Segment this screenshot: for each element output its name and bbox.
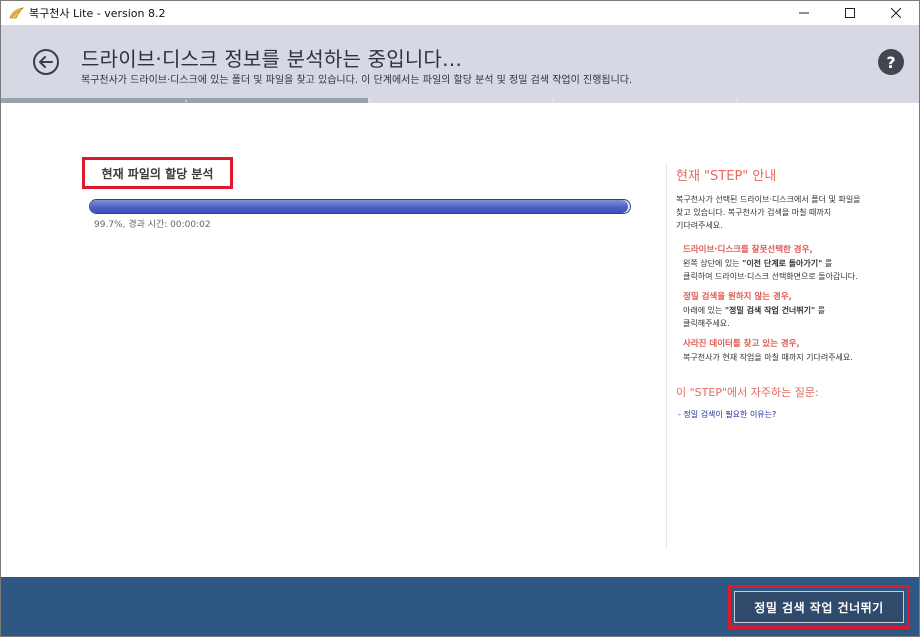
minimize-icon bbox=[799, 12, 809, 14]
guide-intro-line: 복구천사가 선택된 드라이브·디스크에서 폴더 및 파일을 bbox=[676, 195, 861, 204]
chevron-right-icon: › bbox=[551, 97, 555, 105]
guide-case-lost-data: 사라진 데이터를 찾고 있는 경우, 복구천사가 현재 작업을 마칠 때까지 기… bbox=[683, 338, 916, 364]
page-header: 드라이브·디스크 정보를 분석하는 중입니다… 복구천사가 드라이브·디스크에 … bbox=[1, 25, 919, 98]
progress-status: 99.7%, 경과 시간: 00:00:02 bbox=[94, 220, 211, 230]
progress-bar bbox=[89, 199, 631, 214]
close-button[interactable] bbox=[873, 1, 919, 25]
current-task-title: 현재 파일의 할당 분석 bbox=[101, 166, 214, 181]
back-button[interactable] bbox=[33, 49, 59, 75]
page-title: 드라이브·디스크 정보를 분석하는 중입니다… bbox=[81, 47, 463, 71]
vertical-divider bbox=[666, 163, 667, 548]
app-window: 복구천사 Lite - version 8.2 드라이브·디스크 정보를 분석하… bbox=[0, 0, 920, 637]
skip-deep-search-button[interactable]: 정밀 검색 작업 건너뛰기 bbox=[734, 591, 904, 623]
case-text-emphasis: "이전 단계로 돌아가기" bbox=[742, 259, 823, 268]
minimize-button[interactable] bbox=[781, 1, 827, 25]
guide-title: 현재 "STEP" 안내 bbox=[676, 169, 777, 184]
faq-link-why-deep-search[interactable]: - 정밀 검색이 필요한 이유는? bbox=[678, 409, 916, 420]
guide-intro: 복구천사가 선택된 드라이브·디스크에서 폴더 및 파일을 찾고 있습니다. 복… bbox=[676, 193, 916, 232]
case-title: 드라이브·디스크를 잘못선택한 경우, bbox=[683, 245, 813, 255]
maximize-button[interactable] bbox=[827, 1, 873, 25]
skip-button-highlight: 정밀 검색 작업 건너뛰기 bbox=[728, 585, 910, 629]
window-title: 복구천사 Lite - version 8.2 bbox=[29, 7, 166, 20]
current-task-box: 현재 파일의 할당 분석 bbox=[82, 157, 233, 189]
maximize-icon bbox=[845, 8, 855, 18]
step-guide-panel: 현재 "STEP" 안내 복구천사가 선택된 드라이브·디스크에서 폴더 및 파… bbox=[676, 165, 916, 420]
guide-intro-line: 기다려주세요. bbox=[676, 221, 723, 230]
help-button[interactable]: ? bbox=[878, 49, 904, 75]
case-text: 클릭하여 드라이브·디스크 선택화면으로 돌아갑니다. bbox=[683, 272, 858, 281]
case-text: 왼쪽 상단에 있는 "이전 단계로 돌아가기" 를 bbox=[683, 257, 916, 270]
page-subtitle: 복구천사가 드라이브·디스크에 있는 폴더 및 파일을 찾고 있습니다. 이 단… bbox=[81, 75, 633, 86]
case-text: 복구천사가 현재 작업을 마칠 때까지 기다려주세요. bbox=[683, 353, 853, 362]
angel-wing-icon bbox=[8, 5, 24, 21]
case-text: 아래에 있는 "정밀 검색 작업 건너뛰기" 를 bbox=[683, 304, 916, 317]
guide-case-wrong-drive: 드라이브·디스크를 잘못선택한 경우, 왼쪽 상단에 있는 "이전 단계로 돌아… bbox=[683, 244, 916, 283]
case-text-part: 아래에 있는 bbox=[683, 306, 725, 315]
faq-title: 이 "STEP"에서 자주하는 질문: bbox=[676, 386, 819, 399]
case-text-part: 를 bbox=[822, 259, 833, 268]
case-text-emphasis: "정밀 검색 작업 건너뛰기" bbox=[724, 306, 816, 315]
case-text-part: 를 bbox=[815, 306, 826, 315]
close-icon bbox=[891, 8, 901, 18]
case-text: 클릭해주세요. bbox=[683, 319, 730, 328]
title-bar: 복구천사 Lite - version 8.2 bbox=[1, 1, 919, 25]
chevron-right-icon: › bbox=[735, 97, 739, 105]
chevron-right-icon: › bbox=[184, 97, 188, 105]
main-content: 현재 파일의 할당 분석 99.7%, 경과 시간: 00:00:02 현재 "… bbox=[1, 103, 919, 577]
chevron-right-icon: › bbox=[368, 97, 372, 105]
progress-fill bbox=[90, 200, 629, 213]
case-text-part: 왼쪽 상단에 있는 bbox=[683, 259, 743, 268]
help-icon: ? bbox=[886, 52, 896, 72]
back-arrow-icon bbox=[39, 56, 53, 68]
window-controls bbox=[781, 1, 919, 25]
case-title: 정밀 검색을 원하지 않는 경우, bbox=[683, 292, 792, 302]
guide-case-skip-search: 정밀 검색을 원하지 않는 경우, 아래에 있는 "정밀 검색 작업 건너뛰기"… bbox=[683, 291, 916, 330]
guide-intro-line: 찾고 있습니다. 복구천사가 검색을 마칠 때까지 bbox=[676, 208, 832, 217]
footer-bar: 정밀 검색 작업 건너뛰기 bbox=[1, 577, 919, 636]
case-title: 사라진 데이터를 찾고 있는 경우, bbox=[683, 339, 800, 349]
